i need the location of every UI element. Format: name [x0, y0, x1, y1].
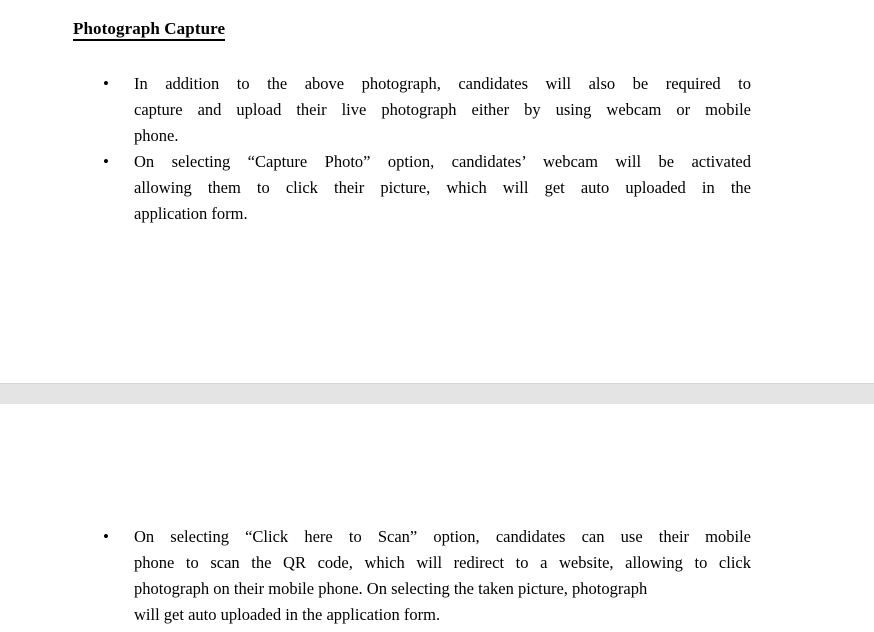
list-item: • On selecting “Capture Photo” option, c… [0, 149, 874, 227]
text-line: application form. [134, 204, 248, 223]
text-line: capture and upload their live photograph… [134, 100, 751, 119]
list-item: • On selecting “Click here to Scan” opti… [0, 524, 874, 628]
bullet-point-icon: • [103, 74, 109, 93]
list-item-text: In addition to the above photograph, can… [134, 71, 751, 149]
text-line: phone. [134, 126, 179, 145]
list-item-text: On selecting “Capture Photo” option, can… [134, 149, 751, 227]
bullet-list-page-one: • In addition to the above photograph, c… [0, 71, 874, 227]
text-line: On selecting “Click here to Scan” option… [134, 527, 751, 546]
bullet-list-page-two: • On selecting “Click here to Scan” opti… [0, 524, 874, 628]
text-line: allowing them to click their picture, wh… [134, 178, 751, 197]
text-line: In addition to the above photograph, can… [134, 74, 751, 93]
text-line: phone to scan the QR code, which will re… [134, 553, 751, 572]
page-title-text: Photograph Capture [73, 19, 226, 41]
text-line: On selecting “Capture Photo” option, can… [134, 152, 751, 171]
page-title: Photograph Capture [73, 18, 226, 41]
document-page-one: Photograph Capture • In addition to the … [0, 0, 874, 383]
document-page-two: • On selecting “Click here to Scan” opti… [0, 404, 874, 632]
page-separator [0, 383, 874, 404]
bullet-point-icon: • [103, 527, 109, 546]
text-line: photograph on their mobile phone. On sel… [134, 579, 648, 598]
list-item: • In addition to the above photograph, c… [0, 71, 874, 149]
bullet-point-icon: • [103, 152, 109, 171]
list-item-text: On selecting “Click here to Scan” option… [134, 524, 751, 628]
text-line: will get auto uploaded in the applicatio… [134, 605, 441, 624]
